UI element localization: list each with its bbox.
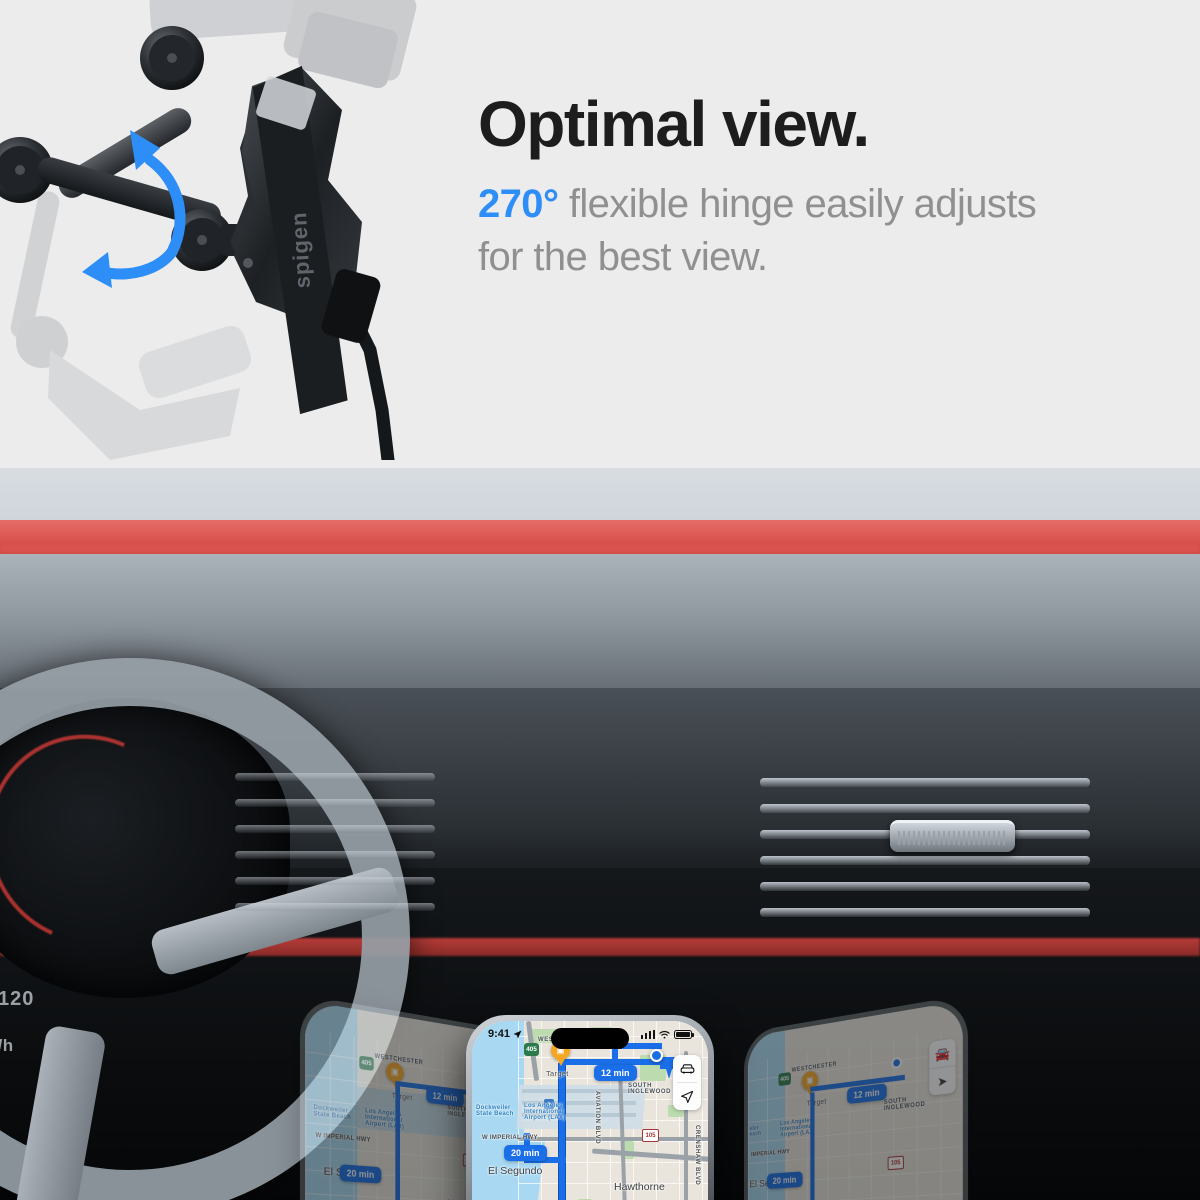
page-title: Optimal view. [478, 88, 870, 160]
label-hawthorne: Hawthorne [614, 1181, 665, 1193]
mount-head: spigen [230, 65, 395, 460]
label-aviation-blvd: AVIATION BLVD [594, 1091, 600, 1145]
label-lax-airport: Los Angeles International Airport (LAX) [524, 1103, 566, 1121]
label-south-inglewood: SOUTH INGLEWOOD [628, 1083, 672, 1095]
product-illustration-mount: spigen [0, 0, 417, 460]
mount-hinge-upper [140, 26, 204, 90]
wifi-icon [659, 1030, 670, 1039]
current-location-dot [650, 1049, 663, 1062]
dynamic-island [551, 1028, 629, 1049]
route-leg-vertical [559, 1063, 565, 1200]
air-vent-control-knob[interactable] [890, 820, 1015, 852]
car-icon [680, 1063, 694, 1074]
marketing-panel: spigen Optimal view. 270° flexible hinge… [0, 0, 1200, 468]
label-w-imperial-hwy: W IMPERIAL HWY [482, 1135, 538, 1141]
drive-mode-button[interactable] [673, 1055, 701, 1082]
map-controls[interactable] [673, 1055, 701, 1110]
eta-badge-20min: 20 min [504, 1145, 547, 1161]
air-vent-left [235, 773, 435, 923]
label-el-segundo: El Segundo [488, 1165, 543, 1177]
location-arrow-icon [513, 1030, 522, 1038]
headline-subtitle-rest: flexible hinge easily adjusts for the be… [478, 182, 1037, 279]
recenter-button[interactable] [673, 1083, 701, 1110]
rotation-arrow-down [82, 246, 178, 288]
label-target: Target [546, 1069, 569, 1078]
status-time: 9:41 [488, 1028, 511, 1040]
cellular-signal-icon [640, 1029, 655, 1039]
air-vent-right [760, 778, 1090, 928]
eta-badge-12min: 12 min [594, 1065, 637, 1081]
highway-shield-105: 105 [642, 1129, 659, 1142]
phone-device: ▣ ⛱ 405 105 1 405 ✈ 12 min 20 min WESTCH… [466, 1015, 714, 1200]
car-interior-scene: 100 120 km/h WESTCHESTER Target SOUTHING… [0, 468, 1200, 1200]
headline-block: Optimal view. 270° flexible hinge easily… [478, 92, 1078, 284]
label-dockweiler-state-beach: Dockweiler State Beach [476, 1105, 514, 1117]
brand-wordmark: spigen [286, 211, 315, 289]
battery-icon [674, 1029, 694, 1039]
navigation-arrow-icon [681, 1090, 694, 1103]
degrees-value: 270° [478, 182, 559, 226]
label-crenshaw-blvd: CRENSHAW BLVD [694, 1125, 700, 1186]
phone-screen[interactable]: ▣ ⛱ 405 105 1 405 ✈ 12 min 20 min WESTCH… [472, 1021, 708, 1200]
headline-subtitle: 270° flexible hinge easily adjusts for t… [478, 178, 1078, 284]
vent-knob-texture [898, 831, 1006, 845]
